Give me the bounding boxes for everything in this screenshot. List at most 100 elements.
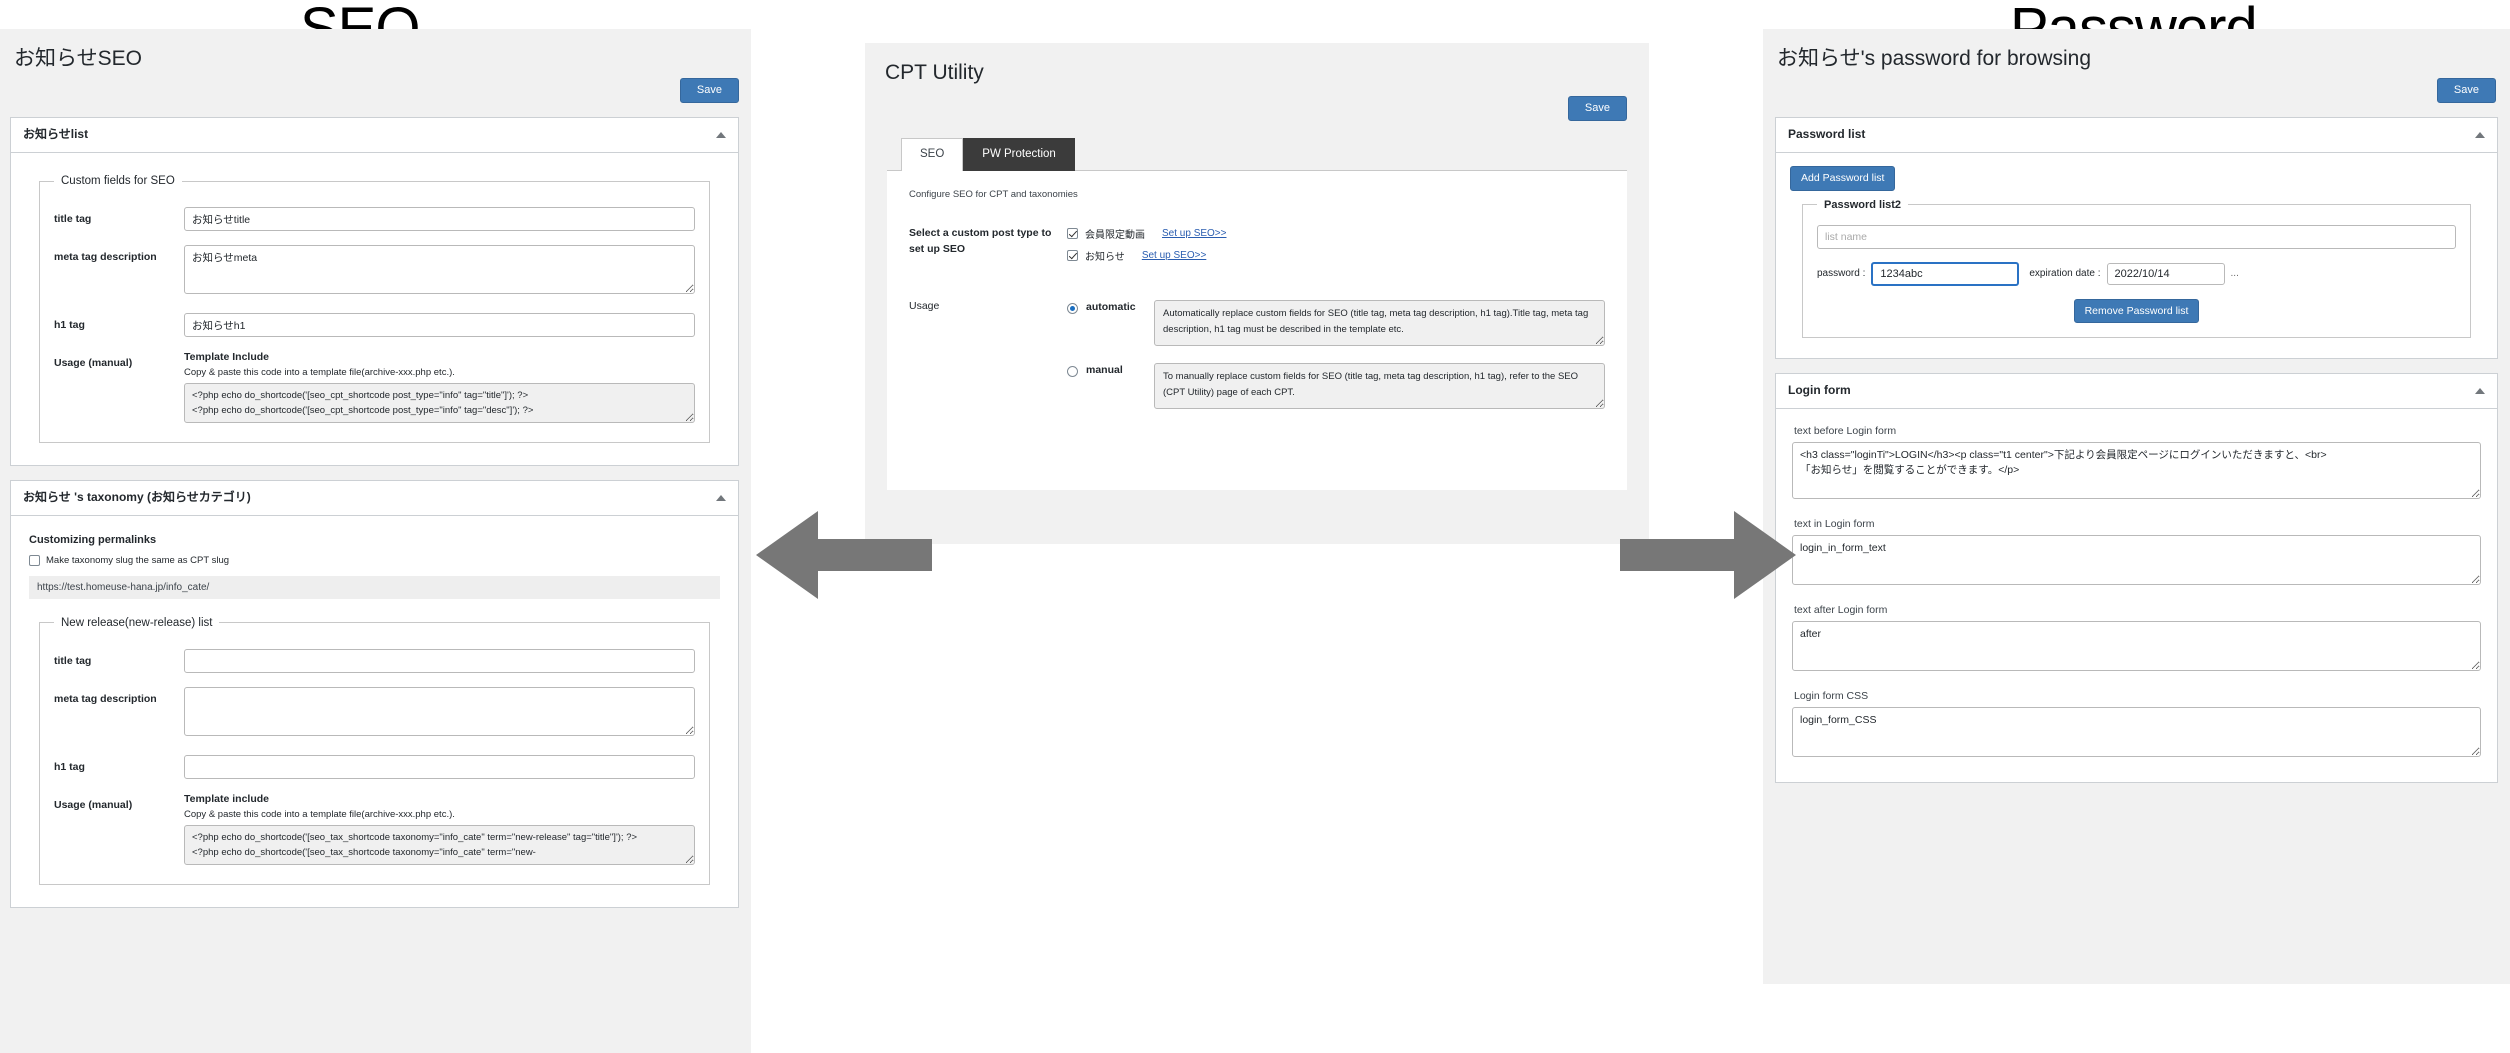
page-title: お知らせSEO xyxy=(14,47,142,70)
pw-panel-header: お知らせ's password for browsing xyxy=(1763,29,2510,72)
pw-save-row: Save xyxy=(1763,72,2510,104)
field-row-title-tag: title tag xyxy=(54,207,695,232)
usage-label: Usage xyxy=(909,300,940,313)
meta-description-label: meta tag description xyxy=(54,251,157,264)
usage-options: automatic Automatically replace custom f… xyxy=(1067,300,1605,426)
password-input[interactable] xyxy=(1871,261,2020,286)
cpt-panel-header: CPT Utility xyxy=(865,43,1649,86)
postbox-body: Customizing permalinks Make taxonomy slu… xyxy=(11,516,738,907)
postbox-body: Add Password list Password list2 passwor… xyxy=(1776,153,2497,358)
cpt-options-list: 会員限定動画 Set up SEO>> お知らせ Set up SEO>> xyxy=(1067,226,1605,270)
save-button[interactable]: Save xyxy=(1567,96,1627,122)
usage-automatic-description[interactable]: Automatically replace custom fields for … xyxy=(1154,300,1605,347)
shortcode-code-textarea[interactable]: <?php echo do_shortcode('[seo_tax_shortc… xyxy=(184,824,695,865)
tab-seo[interactable]: SEO xyxy=(901,138,964,172)
postbox-header[interactable]: お知らせ 's taxonomy (お知らせカテゴリ) xyxy=(11,481,738,516)
tab-panel-seo: Configure SEO for CPT and taxonomies Sel… xyxy=(887,170,1627,491)
password-admin-panel: お知らせ's password for browsing Save Passwo… xyxy=(1763,29,2510,984)
field-label: Login form CSS xyxy=(1794,689,1869,702)
radio-manual[interactable] xyxy=(1067,366,1078,378)
h1-tag-input[interactable] xyxy=(184,313,695,338)
title-tag-label: title tag xyxy=(54,654,92,667)
chevron-up-icon[interactable] xyxy=(2475,132,2485,139)
cpt-option-label: お知らせ xyxy=(1085,252,1125,264)
remove-password-list-button[interactable]: Remove Password list xyxy=(2073,298,2200,324)
usage-option-label: automatic xyxy=(1086,301,1136,314)
chevron-up-icon[interactable] xyxy=(2475,388,2485,395)
h1-tag-label: h1 tag xyxy=(54,319,85,332)
field-row-h1-tag: h1 tag xyxy=(54,754,695,779)
postbox-oshirase-list: お知らせlist Custom fields for SEO title tag… xyxy=(10,117,739,467)
shortcode-code-textarea[interactable]: <?php echo do_shortcode('[seo_cpt_shortc… xyxy=(184,383,695,424)
title-tag-input[interactable] xyxy=(184,207,695,232)
chevron-up-icon[interactable] xyxy=(716,494,726,501)
text-in-login-form-textarea[interactable]: login_in_form_text xyxy=(1792,534,2481,585)
save-button[interactable]: Save xyxy=(679,78,739,104)
tab-pw-protection[interactable]: PW Protection xyxy=(963,138,1075,172)
meta-description-textarea[interactable] xyxy=(184,686,695,736)
cpt-checkbox-members-video[interactable] xyxy=(1067,228,1078,240)
text-before-login-form-textarea[interactable]: <h3 class="loginTi">LOGIN</h3><p class="… xyxy=(1792,441,2481,499)
field-text-before-login-form: text before Login form <h3 class="loginT… xyxy=(1792,425,2481,504)
cpt-checkbox-oshirase[interactable] xyxy=(1067,250,1078,262)
meta-description-label: meta tag description xyxy=(54,692,157,705)
meta-description-textarea[interactable]: お知らせmeta xyxy=(184,245,695,295)
postbox-title: お知らせlist xyxy=(23,127,89,142)
field-text-in-login-form: text in Login form login_in_form_text xyxy=(1792,518,2481,590)
postbox-header[interactable]: お知らせlist xyxy=(11,118,738,154)
page-title: CPT Utility xyxy=(885,61,984,84)
custom-fields-for-seo-fieldset: Custom fields for SEO title tag meta tag… xyxy=(39,175,710,444)
cpt-utility-panel: CPT Utility Save SEO PW Protection Confi… xyxy=(865,43,1649,544)
password-label: password : xyxy=(1817,268,1866,280)
postbox-oshirase-taxonomy: お知らせ 's taxonomy (お知らせカテゴリ) Customizing … xyxy=(10,480,739,908)
new-release-list-fieldset: New release(new-release) list title tag … xyxy=(39,616,710,885)
template-include-note: Copy & paste this code into a template f… xyxy=(184,808,455,820)
set-up-seo-link[interactable]: Set up SEO>> xyxy=(1162,228,1227,239)
permalink-title: Customizing permalinks xyxy=(29,533,157,546)
permalink-checkbox[interactable] xyxy=(29,554,40,566)
add-password-list-button[interactable]: Add Password list xyxy=(1790,166,1896,191)
postbox-title: Password list xyxy=(1788,127,1866,142)
template-include-note: Copy & paste this code into a template f… xyxy=(184,367,455,379)
remove-button-row: Remove Password list xyxy=(1817,298,2456,324)
save-button[interactable]: Save xyxy=(2436,78,2496,104)
cpt-option-label: 会員限定動画 xyxy=(1085,230,1145,242)
seo-panel-header: お知らせSEO xyxy=(0,29,751,72)
seo-admin-panel: お知らせSEO Save お知らせlist Custom fields for … xyxy=(0,29,751,1053)
select-cpt-label: Select a custom post type to set up SEO xyxy=(909,227,1052,256)
expiration-date-input[interactable] xyxy=(2106,262,2225,285)
usage-manual-description[interactable]: To manually replace custom fields for SE… xyxy=(1154,363,1605,410)
h1-tag-input[interactable] xyxy=(184,754,695,779)
field-login-form-css: Login form CSS login_form_CSS xyxy=(1792,690,2481,762)
ellipsis-text: ... xyxy=(2230,268,2239,280)
list-name-input[interactable] xyxy=(1817,224,2456,249)
field-row-meta-description: meta tag description xyxy=(54,686,695,741)
seo-save-row: Save xyxy=(0,72,751,104)
postbox-title: お知らせ 's taxonomy (お知らせカテゴリ) xyxy=(23,490,251,505)
template-include-heading: Template include xyxy=(184,792,269,805)
postbox-header[interactable]: Password list xyxy=(1776,118,2497,154)
chevron-up-icon[interactable] xyxy=(716,132,726,139)
field-text-after-login-form: text after Login form after xyxy=(1792,604,2481,676)
set-up-seo-link[interactable]: Set up SEO>> xyxy=(1142,250,1207,261)
permalink-checkbox-row[interactable]: Make taxonomy slug the same as CPT slug xyxy=(29,554,720,566)
cpt-save-row: Save xyxy=(865,86,1649,122)
page-title: お知らせ's password for browsing xyxy=(1777,47,2092,70)
template-include-heading: Template Include xyxy=(184,351,269,364)
text-after-login-form-textarea[interactable]: after xyxy=(1792,620,2481,671)
field-label: text after Login form xyxy=(1794,603,1888,616)
expiration-date-label: expiration date : xyxy=(2029,268,2101,280)
login-form-css-textarea[interactable]: login_form_CSS xyxy=(1792,706,2481,757)
tab-bar: SEO PW Protection xyxy=(901,137,1649,172)
configure-note: Configure SEO for CPT and taxonomies xyxy=(909,189,1078,201)
permalink-checkbox-label: Make taxonomy slug the same as CPT slug xyxy=(46,554,230,566)
postbox-header[interactable]: Login form xyxy=(1776,374,2497,409)
usage-manual-label: Usage (manual) xyxy=(54,357,133,370)
cpt-option-row: 会員限定動画 Set up SEO>> xyxy=(1067,226,1605,241)
radio-automatic[interactable] xyxy=(1067,303,1078,315)
password-inline-row: password : expiration date : ... xyxy=(1817,261,2456,286)
field-row-usage-manual: Usage (manual) Template Include Copy & p… xyxy=(54,351,695,428)
title-tag-input[interactable] xyxy=(184,648,695,673)
field-label: text in Login form xyxy=(1794,517,1875,530)
postbox-login-form: Login form text before Login form <h3 cl… xyxy=(1775,373,2498,783)
